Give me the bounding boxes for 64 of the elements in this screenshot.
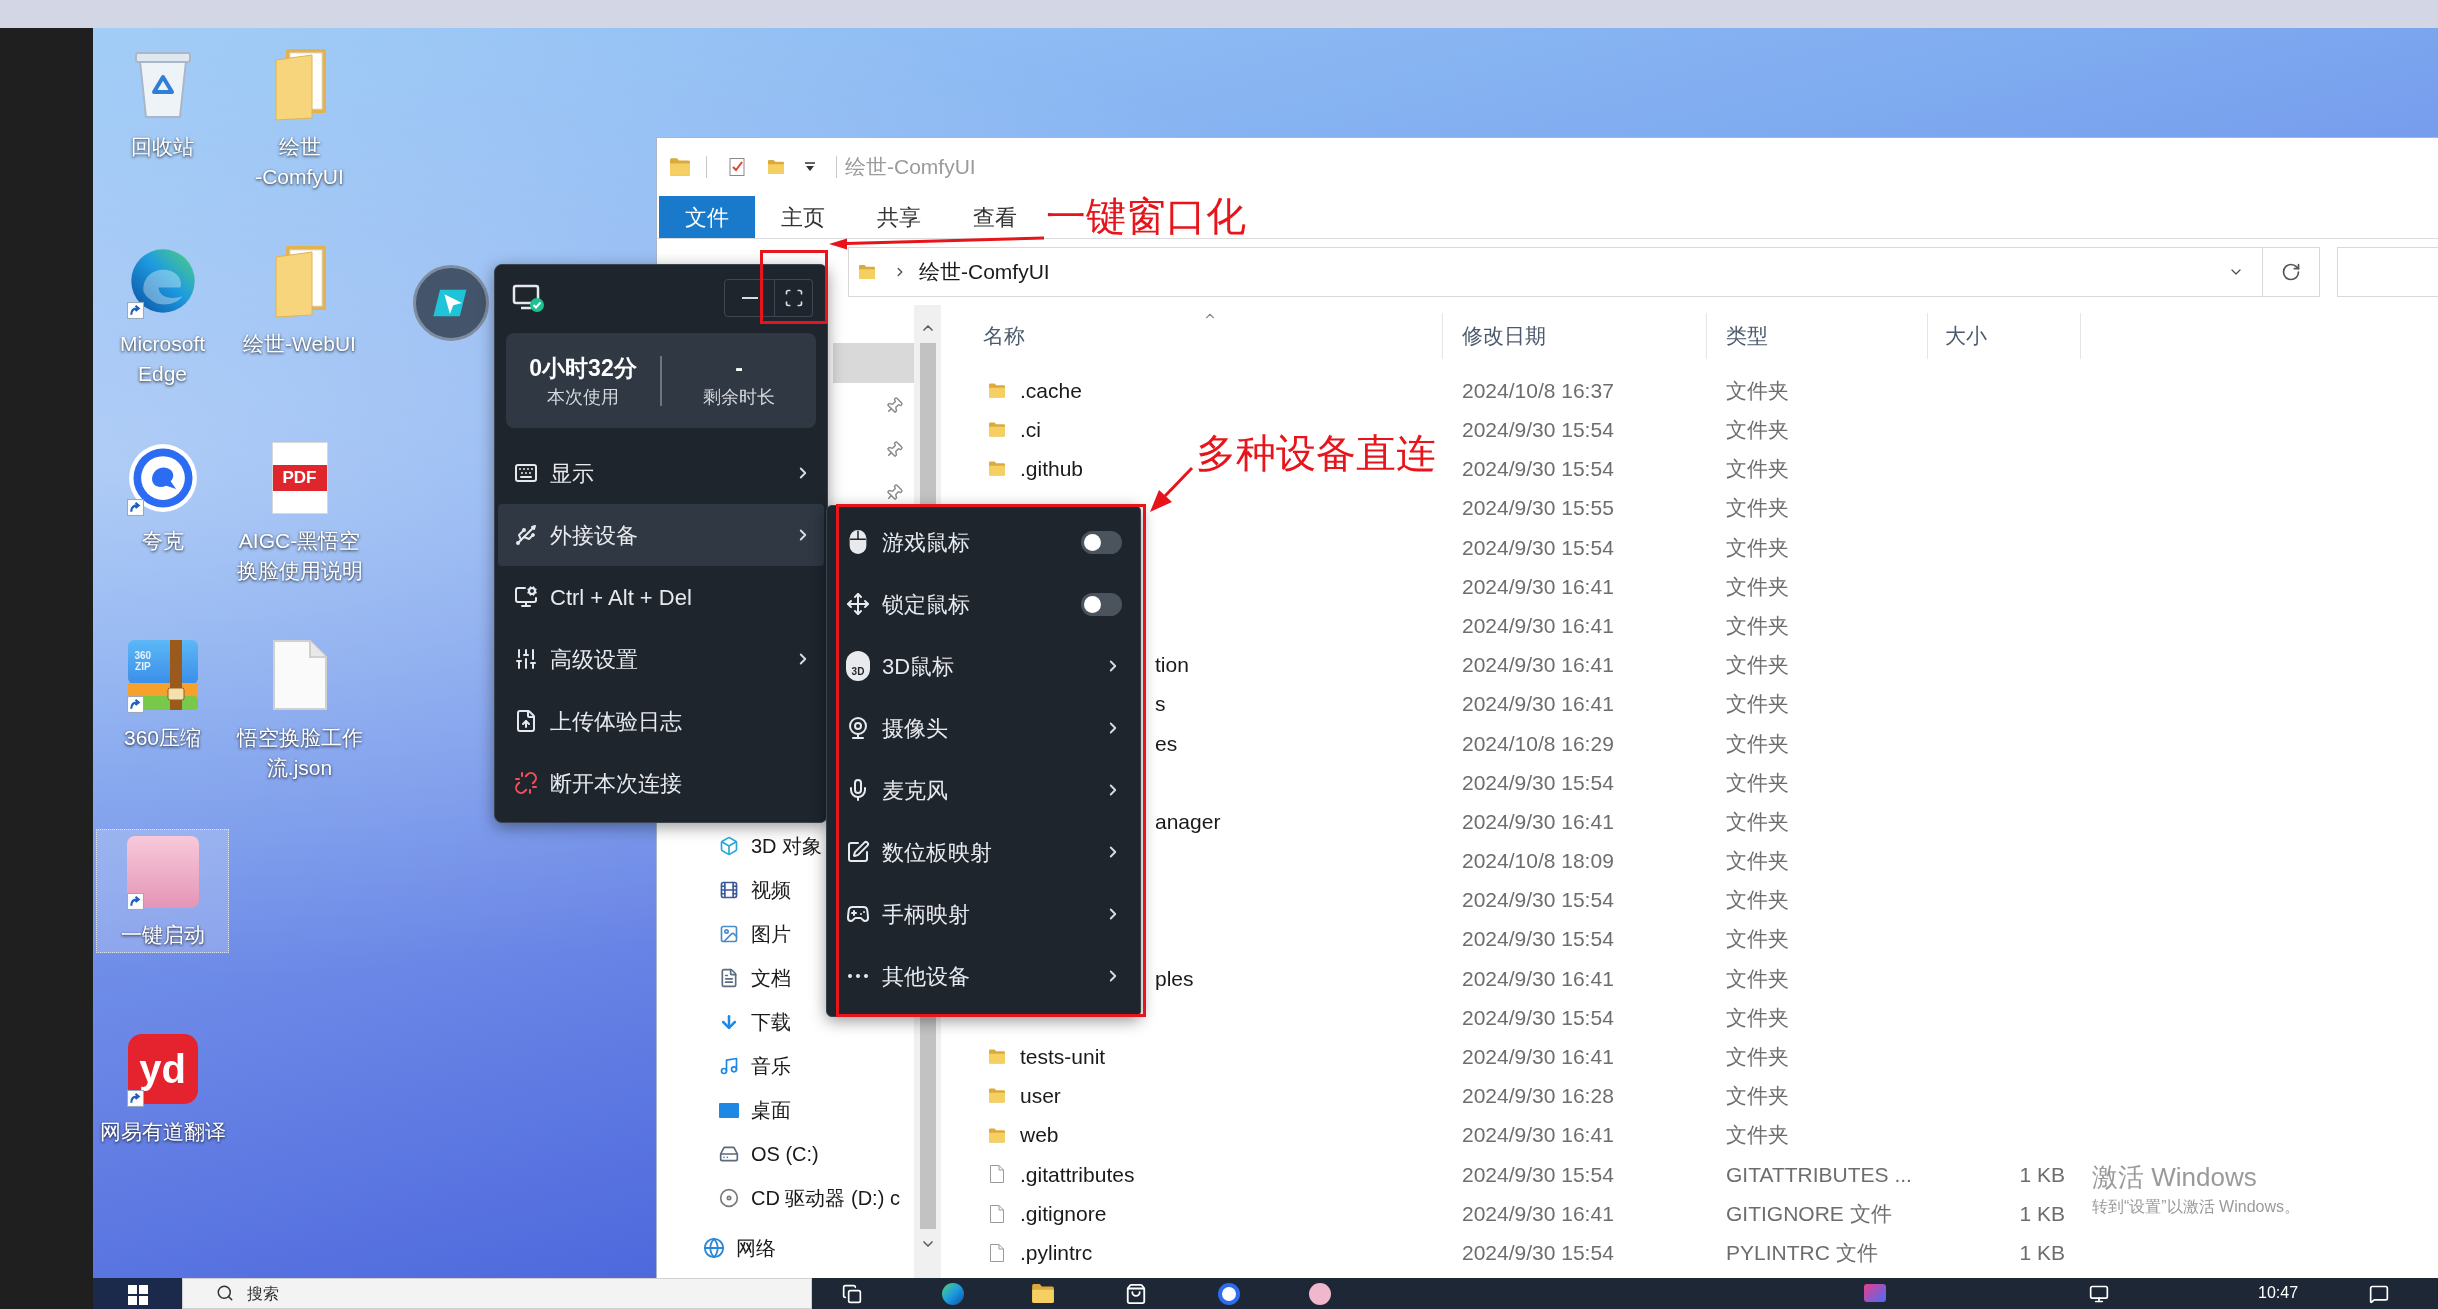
file-type: 文件夹 xyxy=(1726,418,1789,442)
modified-date: 2024/9/30 16:41 xyxy=(1462,1123,1614,1147)
file-size: 1 KB xyxy=(2019,1240,2065,1264)
modified-date: 2024/10/8 16:37 xyxy=(1462,378,1614,402)
file-size: 1 KB xyxy=(2019,1162,2065,1186)
modified-date: 2024/9/30 16:41 xyxy=(1462,692,1614,716)
modified-date: 2024/9/30 15:54 xyxy=(1462,535,1614,559)
file-type: 文件夹 xyxy=(1726,1123,1789,1147)
file-type-label: PDF xyxy=(272,465,327,491)
modified-date: 2024/10/8 16:29 xyxy=(1462,731,1614,755)
menu-item-label: 游戏鼠标 xyxy=(882,528,970,557)
file-type: 文件夹 xyxy=(1726,496,1789,520)
modified-date: 2024/9/30 15:55 xyxy=(1462,496,1614,520)
stat-label: 剩余时长 xyxy=(703,385,775,408)
file-type: 文件夹 xyxy=(1726,809,1789,833)
window-title: 绘世-ComfyUI xyxy=(845,154,976,181)
file-type: 文件夹 xyxy=(1726,770,1789,794)
archive-brand-label: 360 ZIP xyxy=(134,650,152,672)
file-type: 文件夹 xyxy=(1726,1005,1789,1029)
stat-value: 0小时32分 xyxy=(529,353,637,382)
modified-date: 2024/9/30 15:54 xyxy=(1462,888,1614,912)
file-type: 文件夹 xyxy=(1726,692,1789,716)
modified-date: 2024/9/30 16:41 xyxy=(1462,613,1614,637)
modified-date: 2024/9/30 15:54 xyxy=(1462,457,1614,481)
modified-date: 2024/9/30 15:54 xyxy=(1462,927,1614,951)
file-type: 文件夹 xyxy=(1726,535,1789,559)
modified-date: 2024/9/30 15:54 xyxy=(1462,1240,1614,1264)
file-type: PYLINTRC 文件 xyxy=(1726,1240,1878,1264)
modified-date: 2024/9/30 15:54 xyxy=(1462,1162,1614,1186)
file-type: 文件夹 xyxy=(1726,731,1789,755)
file-size: 1 KB xyxy=(2019,1201,2065,1225)
file-type: GITIGNORE 文件 xyxy=(1726,1201,1892,1225)
file-type: 文件夹 xyxy=(1726,613,1789,637)
mouse-label-text: 3D xyxy=(851,667,865,677)
file-type: 文件夹 xyxy=(1726,1045,1789,1069)
app-logo-text: yd xyxy=(139,1049,186,1089)
stat-value: - xyxy=(735,353,743,382)
stat-label: 本次使用 xyxy=(547,385,619,408)
file-type: 文件夹 xyxy=(1726,849,1789,873)
modified-date: 2024/9/30 16:41 xyxy=(1462,574,1614,598)
file-type: 文件夹 xyxy=(1726,888,1789,912)
modified-date: 2024/9/30 15:54 xyxy=(1462,1005,1614,1029)
annotation-text: 一键窗口化 xyxy=(1046,196,1246,236)
file-type: 文件夹 xyxy=(1726,1084,1789,1108)
activation-title: 激活 Windows xyxy=(2092,1162,2258,1192)
modified-date: 2024/9/30 16:41 xyxy=(1462,966,1614,990)
menu-item-label: 锁定鼠标 xyxy=(882,590,970,619)
file-type: 文件夹 xyxy=(1726,966,1789,990)
modified-date: 2024/9/30 15:54 xyxy=(1462,418,1614,442)
modified-date: 2024/9/30 16:41 xyxy=(1462,1201,1614,1225)
modified-date: 2024/9/30 16:41 xyxy=(1462,1045,1614,1069)
file-type: 文件夹 xyxy=(1726,457,1789,481)
modified-date: 2024/9/30 16:28 xyxy=(1462,1084,1614,1108)
file-type: 文件夹 xyxy=(1726,378,1789,402)
file-type: 文件夹 xyxy=(1726,574,1789,598)
file-type: 文件夹 xyxy=(1726,653,1789,677)
modified-date: 2024/9/30 16:41 xyxy=(1462,653,1614,677)
file-type: GITATTRIBUTES ... xyxy=(1726,1162,1912,1186)
modified-date: 2024/9/30 16:41 xyxy=(1462,809,1614,833)
annotation-text: 多种设备直连 xyxy=(1196,433,1436,473)
modified-date: 2024/10/8 18:09 xyxy=(1462,849,1614,873)
file-type: 文件夹 xyxy=(1726,927,1789,951)
activation-hint: 转到“设置”以激活 Windows。 xyxy=(2092,1197,2300,1217)
modified-date: 2024/9/30 15:54 xyxy=(1462,770,1614,794)
